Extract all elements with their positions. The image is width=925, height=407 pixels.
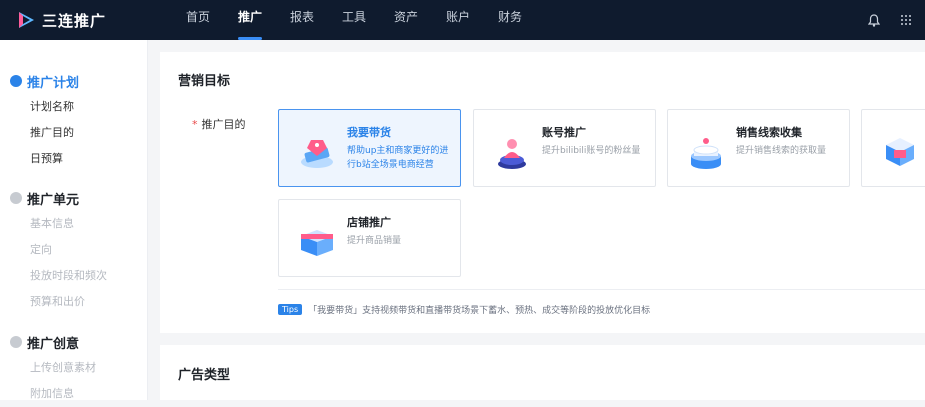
sidebar-item-daily-budget[interactable]: 日预算 bbox=[30, 146, 79, 172]
goal-option-lead-collection[interactable]: 销售线索收集 提升销售线索的获取量 bbox=[667, 109, 850, 187]
apps-grid-icon[interactable] bbox=[899, 13, 913, 27]
divider bbox=[278, 289, 925, 290]
option-description: 提升销售线索的获取量 bbox=[736, 146, 827, 156]
option-description: 提升bilibili账号的粉丝量 bbox=[542, 146, 641, 156]
tips-row: Tips 「我要带货」支持视频带货和直播带货场景下蓄水、预热、成交等阶段的投放优… bbox=[278, 303, 650, 316]
top-navigation-bar: 三连推广 首页 推广 报表 工具 资产 账户 财务 bbox=[0, 0, 925, 40]
option-title: 账号推广 bbox=[542, 126, 586, 139]
option-description: 提升商品销量 bbox=[347, 236, 402, 246]
purpose-label: * 推广目的 bbox=[192, 116, 246, 132]
step-dot-icon bbox=[10, 70, 22, 87]
sidebar-group-label: 推广创意 bbox=[27, 336, 80, 352]
goal-option-partial[interactable] bbox=[861, 109, 925, 187]
app-logo-text: 三连推广 bbox=[42, 11, 107, 30]
sidebar: 推广计划 计划名称 推广目的 日预算 推广单元 基本信息 定向 投放时段和频次 … bbox=[0, 40, 148, 400]
shopping-tag-icon bbox=[297, 132, 337, 172]
ad-type-card: 广告类型 bbox=[160, 345, 925, 400]
sidebar-item-extra-info[interactable]: 附加信息 bbox=[30, 381, 96, 407]
nav-item-account[interactable]: 账户 bbox=[432, 0, 484, 40]
step-dot-icon bbox=[10, 331, 22, 348]
option-title: 店铺推广 bbox=[347, 216, 391, 229]
tips-badge: Tips bbox=[278, 304, 303, 315]
option-description: 帮助up主和商家更好的进行b站全场景电商经营 bbox=[347, 146, 449, 170]
main-nav: 首页 推广 报表 工具 资产 账户 财务 bbox=[172, 0, 536, 40]
option-title: 销售线索收集 bbox=[736, 126, 802, 139]
storefront-icon bbox=[297, 222, 337, 262]
nav-item-assets[interactable]: 资产 bbox=[380, 0, 432, 40]
required-mark: * bbox=[192, 118, 198, 131]
bell-icon[interactable] bbox=[867, 13, 881, 27]
option-title: 我要带货 bbox=[347, 126, 391, 139]
cube-box-icon bbox=[880, 132, 920, 172]
nav-item-reports[interactable]: 报表 bbox=[276, 0, 328, 40]
goal-option-account-promotion[interactable]: 账号推广 提升bilibili账号的粉丝量 bbox=[473, 109, 656, 187]
sidebar-item-purpose[interactable]: 推广目的 bbox=[30, 120, 79, 146]
sidebar-item-upload-creative[interactable]: 上传创意素材 bbox=[30, 355, 96, 381]
section-title: 营销目标 bbox=[178, 74, 231, 89]
sidebar-group-title-creative[interactable]: 推广创意 bbox=[10, 331, 96, 352]
sidebar-item-plan-name[interactable]: 计划名称 bbox=[30, 94, 79, 120]
sidebar-group-plan: 推广计划 计划名称 推广目的 日预算 bbox=[10, 70, 80, 172]
section-title: 广告类型 bbox=[178, 368, 231, 383]
nav-item-promotion[interactable]: 推广 bbox=[224, 0, 276, 40]
sidebar-group-title-plan[interactable]: 推广计划 bbox=[10, 70, 80, 91]
nav-item-finance[interactable]: 财务 bbox=[484, 0, 536, 40]
goal-option-sell-goods[interactable]: 我要带货 帮助up主和商家更好的进行b站全场景电商经营 bbox=[278, 109, 461, 187]
play-logo-icon bbox=[16, 10, 36, 30]
sidebar-group-title-unit[interactable]: 推广单元 bbox=[10, 187, 107, 208]
sidebar-group-creative: 推广创意 上传创意素材 附加信息 bbox=[10, 331, 96, 407]
sidebar-item-basic-info[interactable]: 基本信息 bbox=[30, 211, 107, 237]
sidebar-group-unit: 推广单元 基本信息 定向 投放时段和频次 预算和出价 bbox=[10, 187, 107, 315]
stacked-coins-icon bbox=[686, 132, 726, 172]
nav-item-tools[interactable]: 工具 bbox=[328, 0, 380, 40]
marketing-goal-card: 营销目标 * 推广目的 我要带货 帮助up主和商家更好的进行b站全场景电商经营 账… bbox=[160, 52, 925, 333]
user-podium-icon bbox=[492, 132, 532, 172]
goal-option-store-promotion[interactable]: 店铺推广 提升商品销量 bbox=[278, 199, 461, 277]
sidebar-item-schedule[interactable]: 投放时段和频次 bbox=[30, 263, 107, 289]
sidebar-item-targeting[interactable]: 定向 bbox=[30, 237, 107, 263]
sidebar-item-bid[interactable]: 预算和出价 bbox=[30, 289, 107, 315]
step-dot-icon bbox=[10, 187, 22, 204]
app-logo[interactable]: 三连推广 bbox=[16, 7, 106, 33]
sidebar-group-label: 推广单元 bbox=[27, 192, 80, 208]
sidebar-group-label: 推广计划 bbox=[27, 75, 80, 91]
nav-item-home[interactable]: 首页 bbox=[172, 0, 224, 40]
purpose-label-text: 推广目的 bbox=[201, 118, 246, 131]
top-actions bbox=[867, 0, 913, 40]
tips-text: 「我要带货」支持视频带货和直播带货场景下蓄水、预热、成交等阶段的投放优化目标 bbox=[308, 306, 651, 316]
